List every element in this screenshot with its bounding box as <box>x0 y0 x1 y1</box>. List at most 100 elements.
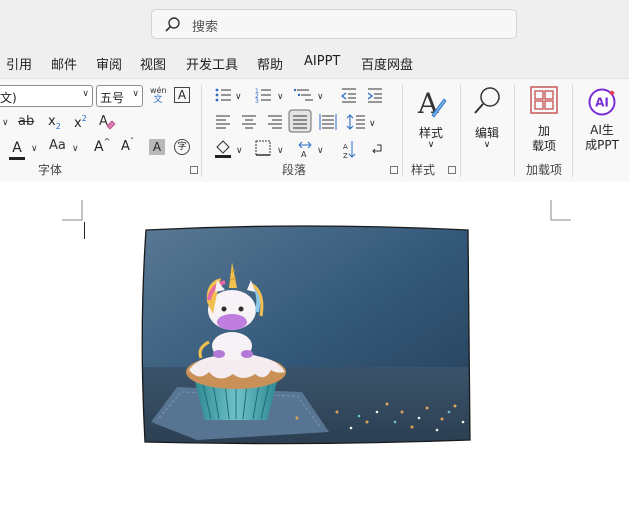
editing-button-label: 编辑 <box>474 126 499 140</box>
character-shading-button[interactable]: A <box>149 139 165 155</box>
font-color-label: A <box>12 140 22 156</box>
styles-dialog-launcher-icon[interactable] <box>448 166 456 174</box>
enclose-characters-button[interactable]: 字 <box>174 139 190 155</box>
clear-formatting-icon[interactable]: A <box>98 112 116 130</box>
addins-group-label: 加载项 <box>526 163 563 177</box>
font-size-value: 五号 <box>100 91 125 105</box>
change-case-button[interactable]: Aa <box>49 138 66 154</box>
title-bar: 搜索 <box>0 0 629 48</box>
menu-item-developer[interactable]: 开发工具 <box>186 54 238 73</box>
ribbon: 文) ∨ 五号 ∨ wén 文 A ∨ ab x2 x2 A A ∨ Aa ∨ … <box>0 78 629 183</box>
shrink-font-button[interactable]: Aˇ <box>121 137 134 154</box>
crop-mark-top-left <box>62 200 83 221</box>
menu-bar: 引用 邮件 审阅 视图 开发工具 帮助 AIPPT 百度网盘 <box>0 48 629 78</box>
paragraph-dialog-launcher-icon[interactable] <box>390 166 398 174</box>
svg-text:∨: ∨ <box>277 146 284 156</box>
character-border-button[interactable]: A <box>174 87 190 103</box>
chevron-down-icon: ∨ <box>82 89 89 99</box>
text-cursor <box>84 222 85 239</box>
bullets-icon[interactable]: ∨ <box>215 88 242 102</box>
svg-text:Z: Z <box>343 152 348 160</box>
group-separator <box>402 85 403 177</box>
group-separator <box>572 85 573 177</box>
subscript-button[interactable]: x2 <box>48 114 61 131</box>
font-color-swatch <box>9 157 25 160</box>
svg-text:∨: ∨ <box>277 92 284 102</box>
ai-badge-text: AI <box>595 96 609 110</box>
multilevel-list-icon[interactable]: ∨ <box>293 88 324 102</box>
addins-grid-icon <box>530 86 558 114</box>
menu-item-references[interactable]: 引用 <box>6 54 32 73</box>
grow-font-button[interactable]: A^ <box>94 137 110 155</box>
styles-icon: A <box>417 87 447 120</box>
justify-icon[interactable] <box>288 109 312 133</box>
borders-icon[interactable]: ∨ <box>255 140 284 156</box>
grow-font-label: A <box>94 139 104 155</box>
font-color-button[interactable]: A <box>8 137 26 160</box>
character-border-label: A <box>177 88 187 102</box>
styles-group-label: 样式 <box>411 163 436 177</box>
align-left-icon[interactable] <box>216 115 230 129</box>
character-shading-label: A <box>152 140 162 154</box>
font-name-select[interactable]: 文) ∨ <box>0 85 93 107</box>
svg-text:A: A <box>99 114 108 129</box>
subscript-mark: 2 <box>55 122 61 131</box>
chevron-down-icon[interactable]: ∨ <box>31 141 38 157</box>
menu-item-mailings[interactable]: 邮件 <box>51 54 77 73</box>
search-icon <box>165 17 180 32</box>
search-icon <box>474 87 500 114</box>
phonetic-bottom: 文 <box>153 95 163 105</box>
menu-item-baidu-netdisk[interactable]: 百度网盘 <box>361 54 413 73</box>
chevron-down-icon: ∨ <box>132 89 139 99</box>
crop-mark-top-right <box>550 200 571 221</box>
align-right-icon[interactable] <box>268 115 282 129</box>
menu-item-help[interactable]: 帮助 <box>257 54 283 73</box>
enclose-characters-label: 字 <box>177 142 187 152</box>
strikethrough-button[interactable]: ab <box>18 114 34 130</box>
svg-text:∨: ∨ <box>236 146 243 156</box>
caret-down-icon: ˇ <box>129 137 134 146</box>
distributed-icon[interactable] <box>319 114 337 130</box>
phonetic-guide-button[interactable]: wén 文 <box>150 86 167 105</box>
chevron-down-icon[interactable]: ∨ <box>2 115 9 131</box>
menu-item-aippt[interactable]: AIPPT <box>304 54 340 69</box>
font-size-select[interactable]: 五号 ∨ <box>96 85 143 107</box>
ai-logo-icon: AI <box>588 88 616 116</box>
font-dialog-launcher-icon[interactable] <box>190 166 198 174</box>
search-box[interactable]: 搜索 <box>151 9 517 39</box>
phonetic-top: wén <box>150 86 167 95</box>
addins-button[interactable]: 加 载项 <box>522 85 566 157</box>
chevron-down-icon: ∨ <box>483 140 491 150</box>
addins-label-line2: 载项 <box>531 139 556 153</box>
sort-icon[interactable]: A Z <box>343 141 356 160</box>
ai-ppt-label-line2: 成PPT <box>585 138 619 152</box>
menu-item-view[interactable]: 视图 <box>140 54 166 73</box>
styles-button[interactable]: A 样式 ∨ <box>410 85 452 157</box>
shrink-font-label: A <box>121 139 130 154</box>
editing-button[interactable]: 编辑 ∨ <box>466 85 508 157</box>
superscript-mark: 2 <box>81 114 87 123</box>
svg-text:∨: ∨ <box>317 92 324 102</box>
chevron-down-icon: ∨ <box>427 140 435 150</box>
chevron-down-icon[interactable]: ∨ <box>72 141 79 157</box>
shading-bucket-icon[interactable]: ∨ <box>215 140 243 158</box>
svg-text:A: A <box>301 150 307 159</box>
group-separator <box>514 85 515 177</box>
increase-indent-icon[interactable] <box>367 88 382 103</box>
decrease-indent-icon[interactable] <box>340 88 356 103</box>
caret-up-icon: ^ <box>103 137 111 146</box>
superscript-button[interactable]: x2 <box>74 114 87 131</box>
group-separator <box>201 85 202 177</box>
ai-ppt-label-line1: AI生 <box>590 123 614 137</box>
align-center-icon[interactable] <box>242 115 256 129</box>
numbering-icon[interactable]: 1 2 3 ∨ <box>255 88 284 105</box>
line-spacing-icon[interactable]: ∨ <box>346 114 376 130</box>
ai-ppt-button[interactable]: AI AI生 成PPT <box>580 87 624 159</box>
superscript-label: x <box>74 116 82 131</box>
menu-item-review[interactable]: 审阅 <box>96 54 122 73</box>
paragraph-mark-icon[interactable] <box>372 144 382 154</box>
font-name-value: 文) <box>0 91 17 105</box>
cupcake-photo[interactable] <box>137 222 477 448</box>
text-direction-icon[interactable]: A ∨ <box>298 141 324 159</box>
search-placeholder: 搜索 <box>192 20 219 35</box>
